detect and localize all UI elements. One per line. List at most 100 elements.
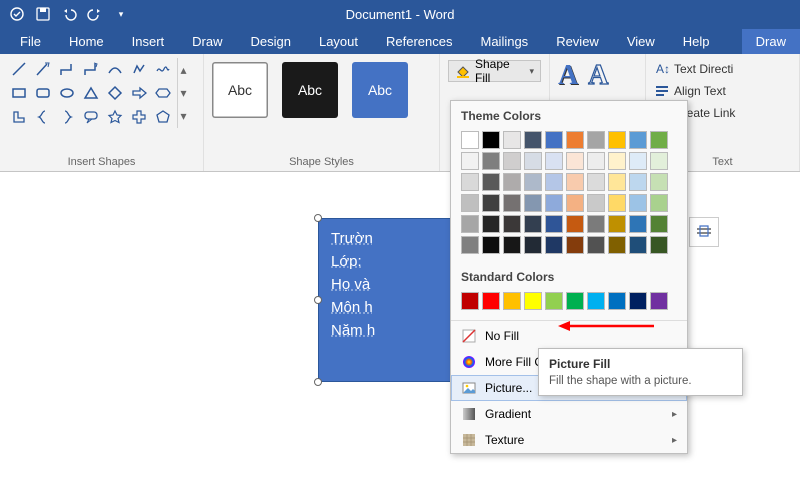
color-swatch[interactable] [566,292,584,310]
style-card-1[interactable]: Abc [212,62,268,118]
shape-callout-icon[interactable] [80,106,102,128]
color-swatch[interactable] [461,152,479,170]
resize-handle[interactable] [314,378,322,386]
color-swatch[interactable] [629,131,647,149]
tab-view[interactable]: View [613,29,669,54]
color-swatch[interactable] [503,292,521,310]
color-swatch[interactable] [650,131,668,149]
color-swatch[interactable] [482,173,500,191]
shape-brace2-icon[interactable] [56,106,78,128]
color-swatch[interactable] [650,194,668,212]
tab-help[interactable]: Help [669,29,724,54]
color-swatch[interactable] [503,215,521,233]
color-swatch[interactable] [524,292,542,310]
tab-draw[interactable]: Draw [178,29,236,54]
shapes-down-icon[interactable]: ▾ [178,81,189,104]
shapes-expand-icon[interactable]: ▾ [178,105,189,128]
color-swatch[interactable] [524,173,542,191]
autosave-icon[interactable] [8,5,26,23]
shape-fill-button[interactable]: Shape Fill ▾ [448,60,541,82]
tab-insert[interactable]: Insert [118,29,179,54]
text-direction-button[interactable]: A↕ Text Directi [654,58,791,80]
shape-roundrect-icon[interactable] [32,82,54,104]
color-swatch[interactable] [608,292,626,310]
color-swatch[interactable] [566,236,584,254]
color-swatch[interactable] [608,236,626,254]
shapes-more[interactable]: ▴ ▾ ▾ [177,58,189,128]
shape-hexagon-icon[interactable] [152,82,174,104]
color-swatch[interactable] [524,131,542,149]
align-text-button[interactable]: Align Text [654,80,791,102]
color-swatch[interactable] [461,236,479,254]
shapes-up-icon[interactable]: ▴ [178,58,189,81]
color-swatch[interactable] [503,152,521,170]
color-swatch[interactable] [461,194,479,212]
color-swatch[interactable] [566,152,584,170]
tab-file[interactable]: File [6,29,55,54]
color-swatch[interactable] [482,292,500,310]
color-swatch[interactable] [566,215,584,233]
shape-scribble-icon[interactable] [152,58,174,80]
color-swatch[interactable] [545,131,563,149]
color-swatch[interactable] [587,131,605,149]
color-swatch[interactable] [482,236,500,254]
color-swatch[interactable] [587,236,605,254]
color-swatch[interactable] [545,173,563,191]
color-swatch[interactable] [650,236,668,254]
color-swatch[interactable] [587,292,605,310]
style-card-2[interactable]: Abc [282,62,338,118]
color-swatch[interactable] [629,236,647,254]
wordart-fill-icon[interactable]: A [558,60,578,92]
color-swatch[interactable] [545,215,563,233]
shape-curve-icon[interactable] [104,58,126,80]
color-swatch[interactable] [545,194,563,212]
color-swatch[interactable] [482,215,500,233]
color-swatch[interactable] [503,131,521,149]
color-swatch[interactable] [629,215,647,233]
color-swatch[interactable] [524,215,542,233]
color-swatch[interactable] [587,215,605,233]
tab-shape-format[interactable]: Draw [742,29,800,54]
gradient-item[interactable]: Gradient ▸ [451,401,687,427]
color-swatch[interactable] [566,194,584,212]
resize-handle[interactable] [314,214,322,222]
tab-layout[interactable]: Layout [305,29,372,54]
color-swatch[interactable] [650,292,668,310]
shape-star-icon[interactable] [104,106,126,128]
color-swatch[interactable] [482,131,500,149]
tab-review[interactable]: Review [542,29,613,54]
color-swatch[interactable] [587,194,605,212]
color-swatch[interactable] [608,194,626,212]
color-swatch[interactable] [524,194,542,212]
color-swatch[interactable] [629,292,647,310]
color-swatch[interactable] [608,173,626,191]
color-swatch[interactable] [629,152,647,170]
color-swatch[interactable] [503,194,521,212]
color-swatch[interactable] [482,194,500,212]
save-icon[interactable] [34,5,52,23]
color-swatch[interactable] [524,236,542,254]
shape-plus-icon[interactable] [128,106,150,128]
color-swatch[interactable] [482,152,500,170]
redo-icon[interactable] [86,5,104,23]
color-swatch[interactable] [587,173,605,191]
color-swatch[interactable] [650,152,668,170]
shape-triangle-icon[interactable] [80,82,102,104]
color-swatch[interactable] [545,236,563,254]
tab-home[interactable]: Home [55,29,118,54]
color-swatch[interactable] [545,292,563,310]
shape-connector-icon[interactable] [56,58,78,80]
color-swatch[interactable] [608,152,626,170]
shape-ellipse-icon[interactable] [56,82,78,104]
shapes-gallery[interactable] [8,58,174,128]
color-swatch[interactable] [587,152,605,170]
tab-design[interactable]: Design [237,29,305,54]
color-swatch[interactable] [629,194,647,212]
color-swatch[interactable] [629,173,647,191]
color-swatch[interactable] [503,173,521,191]
color-swatch[interactable] [566,131,584,149]
shape-line-icon[interactable] [8,58,30,80]
shape-arrow-icon[interactable] [128,82,150,104]
color-swatch[interactable] [461,173,479,191]
color-swatch[interactable] [524,152,542,170]
